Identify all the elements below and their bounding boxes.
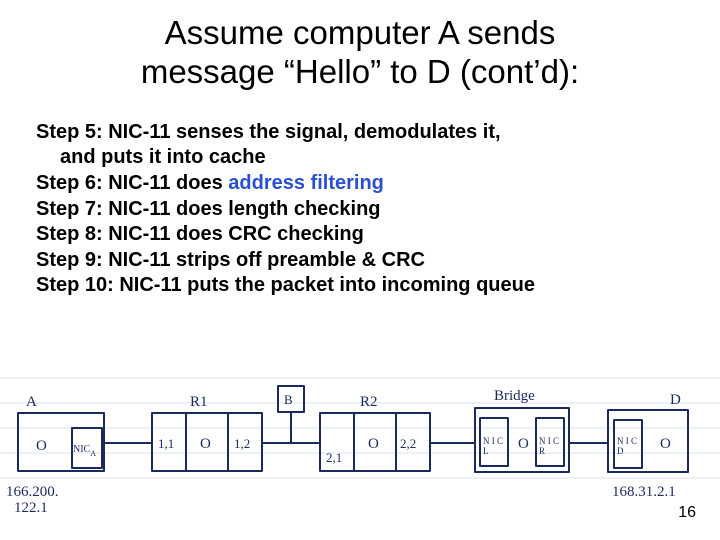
node-bridge-label: Bridge xyxy=(494,388,535,404)
step-8: Step 8: NIC-11 does CRC checking xyxy=(36,222,690,248)
r2-left: 2,1 xyxy=(326,450,342,465)
node-a-sub: O xyxy=(36,438,47,454)
r1-right: 1,2 xyxy=(234,436,250,451)
step-5-line2: and puts it into cache xyxy=(36,145,690,171)
step-7: Step 7: NIC-11 does length checking xyxy=(36,197,690,223)
slide: Assume computer A sends message “Hello” … xyxy=(0,0,720,540)
node-r1-label: R1 xyxy=(190,394,208,410)
node-d-sub: O xyxy=(660,436,671,452)
bridge-mid-o: O xyxy=(518,436,529,452)
node-b-label: B xyxy=(284,392,293,407)
r2-mid: O xyxy=(368,436,379,452)
node-a-label: A xyxy=(26,394,37,410)
step-5-line1: Step 5: NIC-11 senses the signal, demodu… xyxy=(36,120,690,146)
node-d-label: D xyxy=(670,392,681,408)
ip-left: 166.200.122.1 xyxy=(6,484,59,516)
title-line-1: Assume computer A sends xyxy=(165,14,556,51)
slide-title: Assume computer A sends message “Hello” … xyxy=(30,14,690,92)
ip-right: 168.31.2.1 xyxy=(612,484,676,500)
r1-mid: O xyxy=(200,436,211,452)
title-line-2: message “Hello” to D (cont’d): xyxy=(141,53,579,90)
step-10: Step 10: NIC-11 puts the packet into inc… xyxy=(36,273,690,299)
node-r2-label: R2 xyxy=(360,394,378,410)
page-number: 16 xyxy=(678,504,696,522)
r1-left: 1,1 xyxy=(158,436,174,451)
network-diagram: A O NICA R1 1,1 O 1,2 B xyxy=(0,348,720,518)
address-filtering-link[interactable]: address filtering xyxy=(228,172,384,194)
step-9: Step 9: NIC-11 strips off preamble & CRC xyxy=(36,248,690,274)
r2-right: 2,2 xyxy=(400,436,416,451)
node-a-nic: NICA xyxy=(73,444,96,458)
step-6-prefix: Step 6: NIC-11 does xyxy=(36,172,228,194)
steps-block: Step 5: NIC-11 senses the signal, demodu… xyxy=(30,120,690,299)
step-6: Step 6: NIC-11 does address filtering xyxy=(36,171,690,197)
